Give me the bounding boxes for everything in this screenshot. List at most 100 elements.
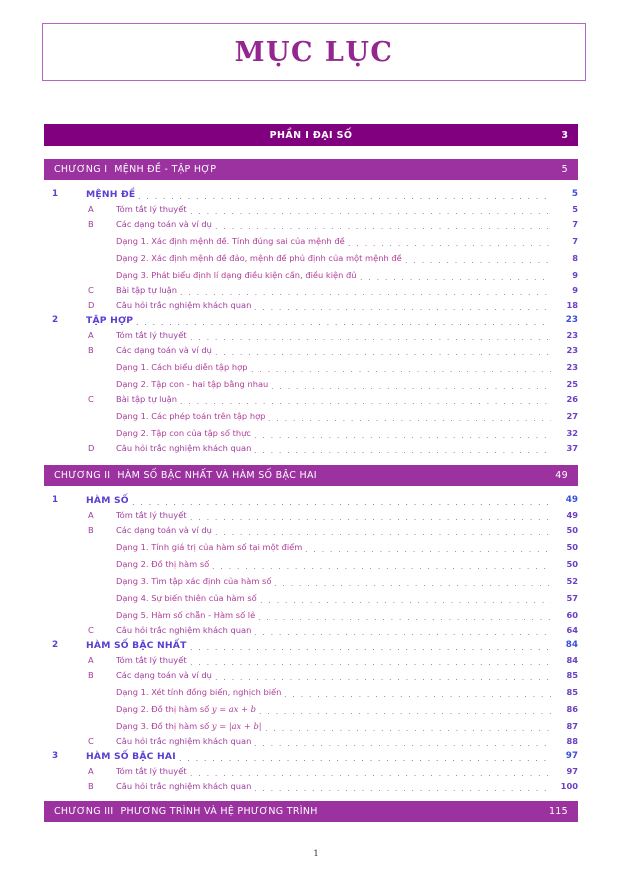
chapter-header-bar[interactable]: CHƯƠNG I MỆNH ĐỀ - TẬP HỢP 5 [44, 159, 578, 180]
toc-entry[interactable]: 2 HÀM SỐ BẬC NHẤT. . . . . . . . . . . . … [44, 640, 578, 653]
toc-entry[interactable]: C Câu hỏi trắc nghiệm khách quan. . . . .… [44, 625, 578, 638]
toc-entry-label: Câu hỏi trắc nghiệm khách quan [116, 736, 252, 746]
toc-entry[interactable]: 1 HÀM SỐ. . . . . . . . . . . . . . . . .… [44, 495, 578, 508]
toc-leader-dots: . . . . . . . . . . . . . . . . . . . . … [138, 192, 551, 201]
toc-entry-page-number: 25 [566, 379, 578, 389]
toc-leader-dots: . . . . . . . . . . . . . . . . . . . . … [179, 754, 551, 763]
toc-entry[interactable]: Dạng 1. Các phép toán trên tập hợp. . . … [44, 411, 578, 424]
toc-entry-page-number: 97 [565, 751, 578, 761]
toc-entry[interactable]: Dạng 2. Xác định mệnh đề đảo, mệnh đề ph… [44, 253, 578, 266]
toc-entry[interactable]: D Câu hỏi trắc nghiệm khách quan. . . . .… [44, 300, 578, 313]
toc-leader-dots: . . . . . . . . . . . . . . . . . . . . … [258, 613, 551, 622]
toc-entry-marker: A [88, 766, 94, 776]
toc-entry[interactable]: Dạng 2. Đồ thị hàm số y = ax + b. . . . … [44, 704, 578, 717]
toc-leader-dots: . . . . . . . . . . . . . . . . . . . . … [215, 222, 551, 231]
toc-entry[interactable]: A Tóm tắt lý thuyết. . . . . . . . . . . … [44, 510, 578, 523]
toc-entry-page-number: 5 [571, 189, 578, 199]
toc-leader-dots: . . . . . . . . . . . . . . . . . . . . … [190, 658, 551, 667]
toc-entry-marker: 1 [52, 189, 59, 199]
toc-leader-dots: . . . . . . . . . . . . . . . . . . . . … [254, 431, 551, 440]
toc-entry-page-number: 86 [566, 704, 578, 714]
toc-leader-dots: . . . . . . . . . . . . . . . . . . . . … [132, 498, 551, 507]
toc-leader-dots: . . . . . . . . . . . . . . . . . . . . … [271, 382, 551, 391]
toc-entry-formula: y = |ax + b| [211, 721, 262, 731]
toc-entry[interactable]: Dạng 1. Tính giá trị của hàm số tại một … [44, 542, 578, 555]
toc-leader-dots: . . . . . . . . . . . . . . . . . . . . … [212, 562, 551, 571]
toc-entry[interactable]: C Bài tập tự luận. . . . . . . . . . . . … [44, 394, 578, 407]
toc-leader-dots: . . . . . . . . . . . . . . . . . . . . … [215, 673, 551, 682]
toc-entry-label: Các dạng toán và ví dụ [116, 525, 212, 535]
toc-entry-label: HÀM SỐ BẬC HAI [86, 751, 176, 762]
toc-leader-dots: . . . . . . . . . . . . . . . . . . . . … [254, 446, 551, 455]
chapter-header-bar[interactable]: CHƯƠNG II HÀM SỐ BẬC NHẤT VÀ HÀM SỐ BẬC H… [44, 465, 578, 486]
toc-entry[interactable]: A Tóm tắt lý thuyết. . . . . . . . . . . … [44, 766, 578, 779]
toc-entry-marker: D [88, 443, 95, 453]
toc-entry[interactable]: Dạng 3. Tìm tập xác định của hàm số. . .… [44, 576, 578, 589]
toc-entry-label: Các dạng toán và ví dụ [116, 670, 212, 680]
toc-entry-label: MỆNH ĐỀ [86, 189, 136, 200]
toc-entry-page-number: 7 [572, 236, 578, 246]
toc-entry-marker: 2 [52, 315, 59, 325]
toc-entry[interactable]: Dạng 1. Xác định mệnh đề. Tính đúng sai … [44, 236, 578, 249]
toc-entry-label: Bài tập tự luận [116, 394, 178, 404]
toc-leader-dots: . . . . . . . . . . . . . . . . . . . . … [274, 579, 551, 588]
toc-entry-marker: D [88, 300, 95, 310]
toc-entry[interactable]: B Các dạng toán và ví dụ. . . . . . . . .… [44, 670, 578, 683]
toc-entry-page-number: 52 [566, 576, 578, 586]
toc-entry[interactable]: B Các dạng toán và ví dụ. . . . . . . . .… [44, 345, 578, 358]
page-title: MỤC LỤC [234, 36, 394, 68]
toc-entry-page-number: 84 [566, 655, 578, 665]
toc-entry-label: Tóm tắt lý thuyết [116, 766, 187, 776]
toc-entry[interactable]: Dạng 4. Sự biến thiên của hàm số. . . . … [44, 593, 578, 606]
toc-entry-label: Dạng 2. Đồ thị hàm số [116, 559, 210, 569]
toc-leader-dots: . . . . . . . . . . . . . . . . . . . . … [348, 239, 551, 248]
toc-entry[interactable]: A Tóm tắt lý thuyết. . . . . . . . . . . … [44, 330, 578, 343]
toc-entry[interactable]: 1 MỆNH ĐỀ. . . . . . . . . . . . . . . . … [44, 189, 578, 202]
toc-entry[interactable]: Dạng 3. Đồ thị hàm số y = |ax + b|. . . … [44, 721, 578, 734]
part-page-number: 3 [561, 129, 568, 141]
toc-entry-page-number: 32 [566, 428, 578, 438]
toc-entry-page-number: 9 [572, 270, 578, 280]
toc-entry[interactable]: A Tóm tắt lý thuyết. . . . . . . . . . . … [44, 655, 578, 668]
toc-entry-label: Các dạng toán và ví dụ [116, 345, 212, 355]
toc-entry[interactable]: A Tóm tắt lý thuyết. . . . . . . . . . . … [44, 204, 578, 217]
toc-entry[interactable]: Dạng 2. Đồ thị hàm số. . . . . . . . . .… [44, 559, 578, 572]
toc-entry-page-number: 49 [565, 495, 578, 505]
toc-entry[interactable]: Dạng 3. Phát biểu định lí dạng điều kiện… [44, 270, 578, 283]
toc-entry-label: Dạng 2. Tập con - hai tập bằng nhau [116, 379, 269, 389]
toc-entry[interactable]: D Câu hỏi trắc nghiệm khách quan. . . . .… [44, 443, 578, 456]
toc-entry-page-number: 50 [566, 559, 578, 569]
toc-entry[interactable]: C Câu hỏi trắc nghiệm khách quan. . . . .… [44, 736, 578, 749]
chapter-page-number: 115 [548, 806, 568, 817]
toc-entry-label: Dạng 5. Hàm số chẵn - Hàm số lẻ [116, 610, 256, 620]
toc-entry[interactable]: B Các dạng toán và ví dụ. . . . . . . . .… [44, 219, 578, 232]
toc-entry[interactable]: Dạng 5. Hàm số chẵn - Hàm số lẻ. . . . .… [44, 610, 578, 623]
toc-entry-label: Dạng 1. Các phép toán trên tập hợp [116, 411, 266, 421]
toc-entry[interactable]: Dạng 2. Tập con của tập số thực. . . . .… [44, 428, 578, 441]
toc-leader-dots: . . . . . . . . . . . . . . . . . . . . … [190, 333, 551, 342]
part-header-bar[interactable]: PHẦN I ĐẠI SỐ 3 [44, 124, 578, 146]
toc-entry[interactable]: B Các dạng toán và ví dụ. . . . . . . . .… [44, 525, 578, 538]
toc-entry[interactable]: Dạng 1. Cách biểu diễn tập hợp. . . . . … [44, 362, 578, 375]
toc-entry-page-number: 26 [566, 394, 578, 404]
toc-leader-dots: . . . . . . . . . . . . . . . . . . . . … [180, 397, 551, 406]
toc-entry-label: Dạng 1. Xét tính đồng biến, nghịch biến [116, 687, 282, 697]
toc-entry-label: Câu hỏi trắc nghiệm khách quan [116, 781, 252, 791]
toc-leader-dots: . . . . . . . . . . . . . . . . . . . . … [215, 348, 551, 357]
toc-entry-label: Dạng 3. Phát biểu định lí dạng điều kiện… [116, 270, 357, 280]
toc-entry[interactable]: C Bài tập tự luận. . . . . . . . . . . . … [44, 285, 578, 298]
toc-entry[interactable]: 3 HÀM SỐ BẬC HAI. . . . . . . . . . . . .… [44, 751, 578, 764]
toc-entry-label: HÀM SỐ [86, 495, 129, 506]
toc-entry-label: Bài tập tự luận [116, 285, 178, 295]
toc-entry-marker: C [88, 625, 94, 635]
toc-entry[interactable]: Dạng 2. Tập con - hai tập bằng nhau. . .… [44, 379, 578, 392]
toc-entry-marker: A [88, 510, 94, 520]
chapter-header-bar[interactable]: CHƯƠNG III PHƯƠNG TRÌNH VÀ HỆ PHƯƠNG TRÌN… [44, 801, 578, 822]
toc-entry-page-number: 84 [565, 640, 578, 650]
toc-entry[interactable]: Dạng 1. Xét tính đồng biến, nghịch biến.… [44, 687, 578, 700]
toc-entry[interactable]: 2 TẬP HỢP. . . . . . . . . . . . . . . . … [44, 315, 578, 328]
chapter-name: HÀM SỐ BẬC NHẤT VÀ HÀM SỐ BẬC HAI [117, 470, 317, 481]
toc-entry[interactable]: B Câu hỏi trắc nghiệm khách quan. . . . .… [44, 781, 578, 794]
toc-entry-marker: C [88, 736, 94, 746]
toc-leader-dots: . . . . . . . . . . . . . . . . . . . . … [180, 288, 551, 297]
